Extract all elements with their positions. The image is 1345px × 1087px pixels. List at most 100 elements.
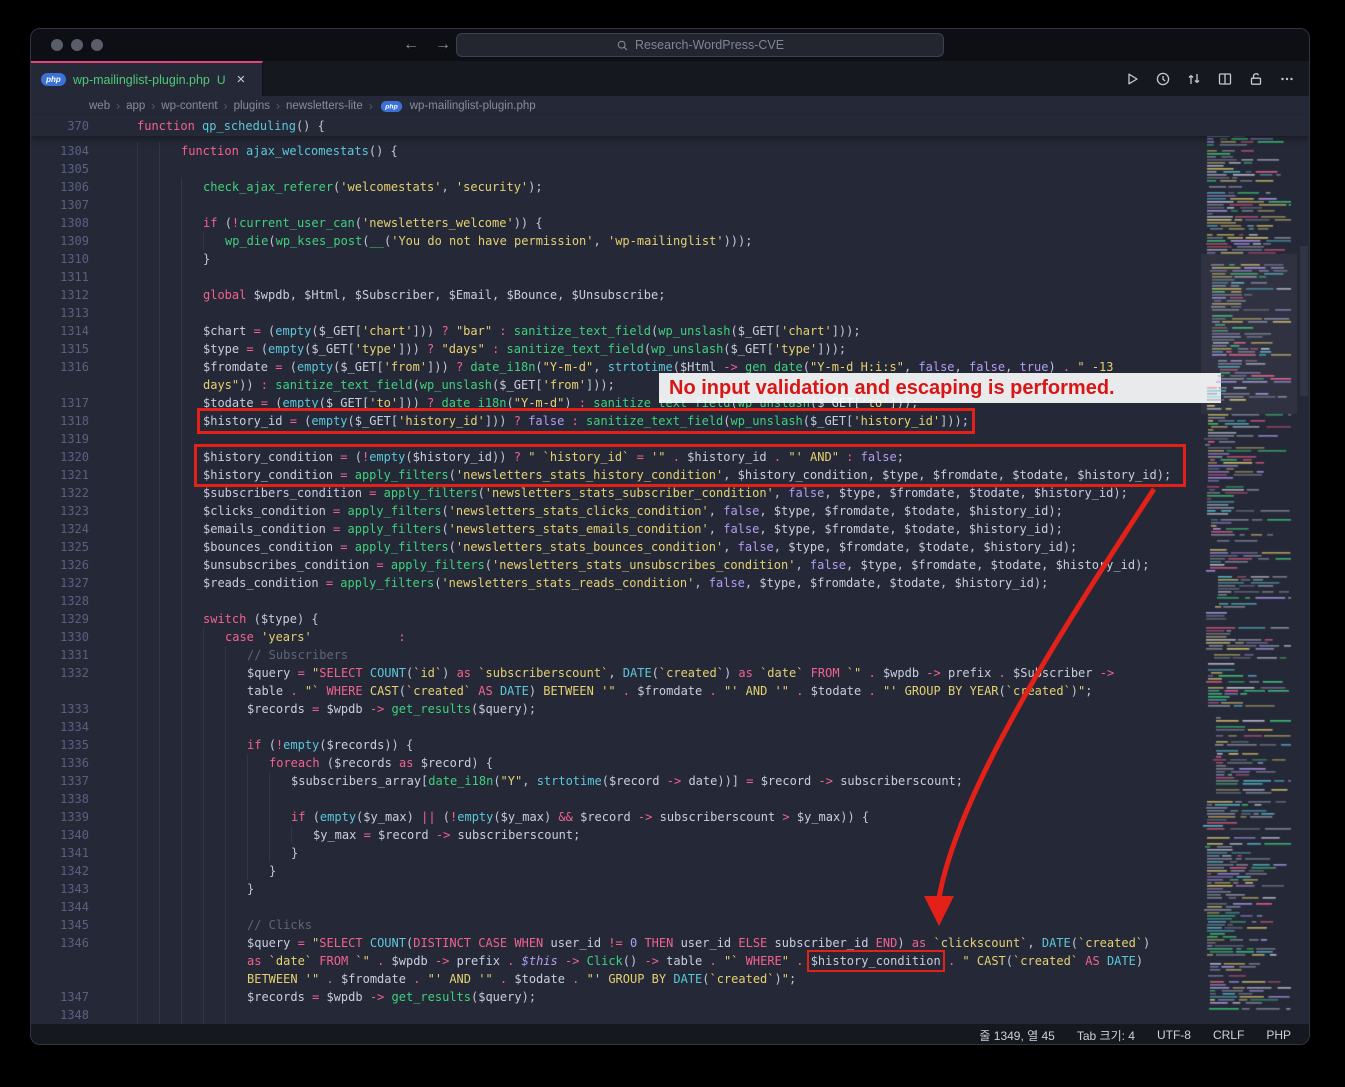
code-line-wrap[interactable]: as `date` FROM `" . $wpdb -> prefix . $t…	[31, 950, 1309, 972]
code-line-1312[interactable]: 1312 global $wpdb, $Html, $Subscriber, $E…	[31, 286, 1309, 304]
sticky-scroll-line[interactable]: 370 function qp_scheduling() {	[31, 116, 1309, 136]
code-line-1348[interactable]: 1348	[31, 1006, 1309, 1024]
line-number: 1309	[60, 234, 89, 248]
split-editor-icon[interactable]	[1217, 71, 1233, 87]
vscode-window: ← → Research-WordPress-CVE php wp-mailin…	[30, 28, 1310, 1045]
code-line-1307[interactable]: 1307	[31, 196, 1309, 214]
breadcrumb-item-app[interactable]: app	[126, 100, 145, 112]
code-line-1334[interactable]: 1334	[31, 718, 1309, 736]
code-line-1329[interactable]: 1329 switch ($type) {	[31, 610, 1309, 628]
code-line-1343[interactable]: 1343}	[31, 880, 1309, 898]
line-number	[31, 952, 103, 970]
code-line-content: days")) : sanitize_text_field(wp_unslash…	[137, 376, 615, 394]
status-item[interactable]: Tab 크기: 4	[1077, 1027, 1135, 1044]
code-line-1333[interactable]: 1333 $records = $wpdb -> get_results($que…	[31, 700, 1309, 718]
back-arrow-icon[interactable]: ←	[403, 34, 419, 56]
breadcrumb-item-newsletters-lite[interactable]: newsletters-lite	[286, 100, 363, 112]
code-line-content: wp_die(wp_kses_post(__('You do not have …	[137, 232, 753, 250]
code-line-content: // Subscribers	[137, 646, 349, 664]
line-number: 1324	[60, 522, 89, 536]
code-line-1340[interactable]: 1340 $y_max = $record -> subscriberscount…	[31, 826, 1309, 844]
code-line-1338[interactable]: 1338	[31, 790, 1309, 808]
code-line-1326[interactable]: 1326 $unsubscribes_condition = apply_filt…	[31, 556, 1309, 574]
more-actions-icon[interactable]	[1279, 71, 1295, 87]
run-icon[interactable]	[1124, 71, 1140, 87]
code-line-1336[interactable]: 1336 foreach ($records as $record) {	[31, 754, 1309, 772]
code-line-1313[interactable]: 1313	[31, 304, 1309, 322]
code-line-content: $query = "SELECT COUNT(DISTINCT CASE WHE…	[137, 934, 1151, 952]
unlock-icon[interactable]	[1248, 71, 1264, 87]
breadcrumb: web › app › wp-content › plugins › newsletters-l…	[31, 96, 1309, 116]
status-item[interactable]: CRLF	[1213, 1028, 1244, 1042]
minimize-window-button[interactable]	[71, 39, 83, 51]
breadcrumb-item-wp-content[interactable]: wp-content	[161, 100, 217, 112]
code-line-1344[interactable]: 1344	[31, 898, 1309, 916]
tab-close-icon[interactable]: ×	[237, 71, 246, 88]
code-line-content: switch ($type) {	[137, 610, 319, 628]
status-item[interactable]: 줄 1349, 열 45	[979, 1027, 1054, 1044]
line-number	[31, 682, 103, 700]
code-line-1325[interactable]: 1325 $bounces_condition = apply_filters('…	[31, 538, 1309, 556]
scrollbar-thumb[interactable]	[1300, 246, 1308, 396]
code-line-1321[interactable]: 1321 $history_condition = apply_filters('…	[31, 466, 1309, 484]
code-line-1310[interactable]: 1310}	[31, 250, 1309, 268]
tab-wp-mailinglist-plugin[interactable]: php wp-mailinglist-plugin.php U ×	[31, 61, 263, 96]
breadcrumb-item-plugins[interactable]: plugins	[234, 100, 270, 112]
vulnerability-annotation: No input validation and escaping is perf…	[659, 373, 1221, 403]
code-line-1330[interactable]: 1330 case 'years' :	[31, 628, 1309, 646]
breadcrumb-separator: ›	[151, 99, 156, 113]
code-line-content: $type = (empty($_GET['type'])) ? "days" …	[137, 340, 847, 358]
code-line-1335[interactable]: 1335 if (!empty($records)) {	[31, 736, 1309, 754]
code-line-1308[interactable]: 1308 if (!current_user_can('newsletters_w…	[31, 214, 1309, 232]
code-line-1320[interactable]: 1320 $history_condition = (!empty($histor…	[31, 448, 1309, 466]
code-line-1323[interactable]: 1323 $clicks_condition = apply_filters('n…	[31, 502, 1309, 520]
code-line-content: $history_condition = (!empty($history_id…	[137, 448, 904, 466]
compare-changes-icon[interactable]	[1186, 71, 1202, 87]
line-number: 1335	[60, 738, 89, 752]
code-line-1319[interactable]: 1319	[31, 430, 1309, 448]
code-line-1339[interactable]: 1339 if (empty($y_max) || (!empty($y_max)…	[31, 808, 1309, 826]
line-number	[31, 376, 103, 394]
forward-arrow-icon[interactable]: →	[435, 34, 451, 56]
code-line-1309[interactable]: 1309 wp_die(wp_kses_post(__('You do not h…	[31, 232, 1309, 250]
status-item[interactable]: PHP	[1266, 1028, 1291, 1042]
code-editor[interactable]: No input validation and escaping is perf…	[31, 136, 1309, 1024]
breadcrumb-item-web[interactable]: web	[89, 100, 110, 112]
code-line-1337[interactable]: 1337 $subscribers_array[date_i18n("Y", st…	[31, 772, 1309, 790]
code-line-1331[interactable]: 1331 // Subscribers	[31, 646, 1309, 664]
close-window-button[interactable]	[51, 39, 63, 51]
code-line-1318[interactable]: 1318 $history_id = (empty($_GET['history_…	[31, 408, 1309, 434]
code-line-1305[interactable]: 1305	[31, 160, 1309, 178]
line-number: 1344	[60, 900, 89, 914]
code-line-1306[interactable]: 1306 check_ajax_referer('welcomestats', '…	[31, 178, 1309, 196]
code-line-content: global $wpdb, $Html, $Subscriber, $Email…	[137, 286, 666, 304]
tab-bar: php wp-mailinglist-plugin.php U ×	[31, 61, 1309, 96]
code-line-1341[interactable]: 1341}	[31, 844, 1309, 862]
code-line-1346[interactable]: 1346 $query = "SELECT COUNT(DISTINCT CASE…	[31, 934, 1309, 952]
code-line-1304[interactable]: 1304 function ajax_welcomestats() {	[31, 142, 1309, 160]
timeline-history-icon[interactable]	[1155, 71, 1171, 87]
code-line-wrap[interactable]: BETWEEN '" . $fromdate . "' AND '" . $to…	[31, 970, 1309, 988]
code-line-content: if (!empty($records)) {	[137, 736, 414, 754]
minimap[interactable]	[1201, 124, 1297, 1014]
status-item[interactable]: UTF-8	[1157, 1028, 1191, 1042]
breadcrumb-item-wp-mailinglist-plugin.php[interactable]: wp-mailinglist-plugin.php	[410, 100, 536, 112]
code-line-1342[interactable]: 1342}	[31, 862, 1309, 880]
code-line-1322[interactable]: 1322 $subscribers_condition = apply_filte…	[31, 484, 1309, 502]
line-number: 1313	[60, 306, 89, 320]
code-line-wrap[interactable]: table . "` WHERE CAST(`created` AS DATE)…	[31, 682, 1309, 700]
code-line-1347[interactable]: 1347 $records = $wpdb -> get_results($que…	[31, 988, 1309, 1006]
code-line-1315[interactable]: 1315 $type = (empty($_GET['type'])) ? "da…	[31, 340, 1309, 358]
code-line-1327[interactable]: 1327 $reads_condition = apply_filters('ne…	[31, 574, 1309, 592]
code-line-1311[interactable]: 1311	[31, 268, 1309, 286]
code-line-1324[interactable]: 1324 $emails_condition = apply_filters('n…	[31, 520, 1309, 538]
code-line-1314[interactable]: 1314 $chart = (empty($_GET['chart'])) ? "…	[31, 322, 1309, 340]
maximize-window-button[interactable]	[91, 39, 103, 51]
code-line-content	[137, 898, 247, 916]
code-line-1345[interactable]: 1345 // Clicks	[31, 916, 1309, 934]
breadcrumb-separator: ›	[223, 99, 228, 113]
code-line-1328[interactable]: 1328	[31, 592, 1309, 610]
line-number: 1347	[60, 990, 89, 1004]
command-center-search[interactable]: Research-WordPress-CVE	[456, 33, 944, 57]
code-line-1332[interactable]: 1332 $query = "SELECT COUNT(`id`) as `sub…	[31, 664, 1309, 682]
